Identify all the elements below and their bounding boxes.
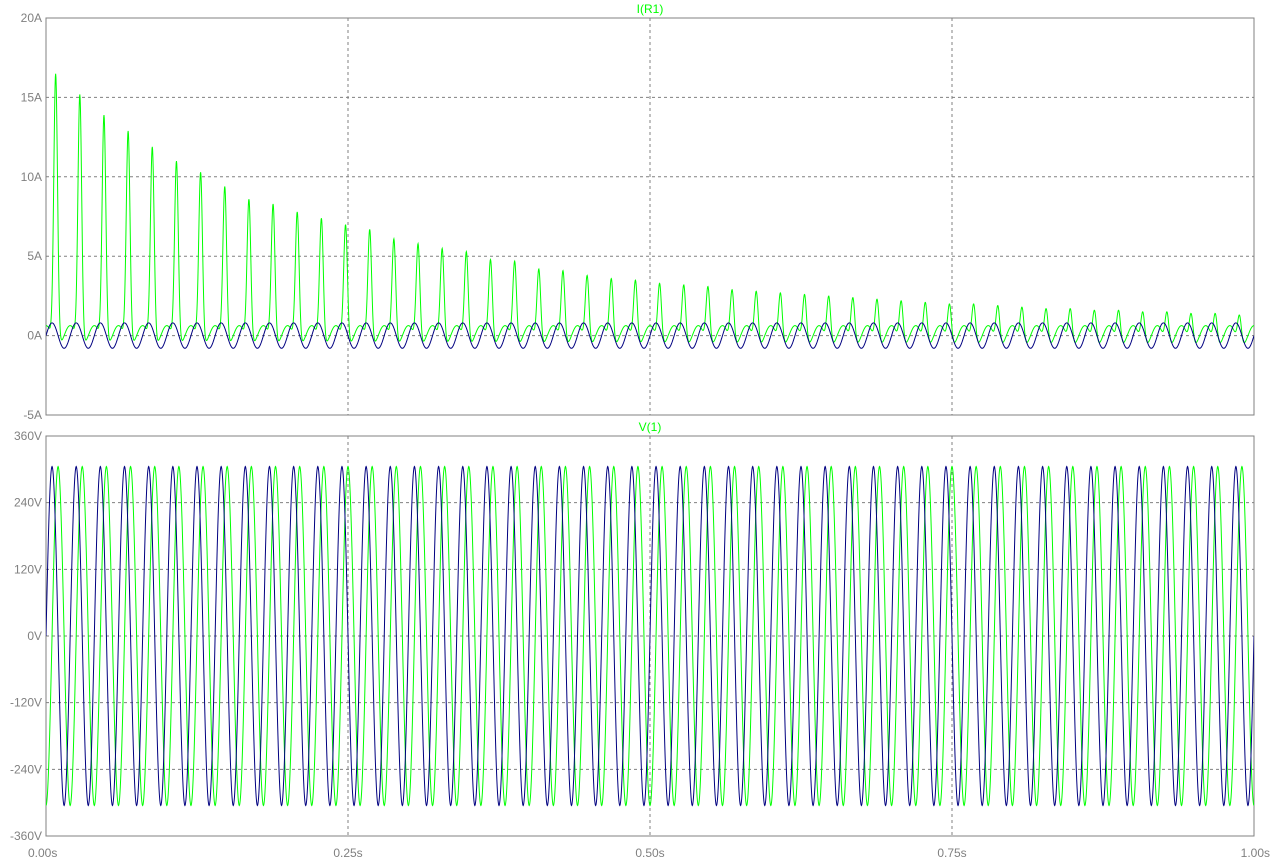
plot-canvas: 20A 15A 10A 5A 0A -5A I(R1) 360V 240V 120V 0V -120… [10, 2, 1270, 860]
y-tick-label: -360V [10, 829, 42, 843]
y-tick-label: 20A [21, 11, 42, 25]
y-tick-label: 0A [27, 329, 42, 343]
y-tick-label: 5A [27, 249, 42, 263]
voltage-pane: 360V 240V 120V 0V -120V -240V -360V V(1) [10, 420, 1255, 843]
pane-title: V(1) [639, 420, 662, 434]
y-tick-label: 15A [21, 90, 42, 104]
x-tick-label: 1.00s [1241, 846, 1270, 860]
x-tick-label: 0.25s [333, 846, 362, 860]
y-tick-label: -5A [23, 408, 42, 422]
y-tick-label: 10A [21, 170, 42, 184]
pane-title: I(R1) [637, 2, 664, 16]
current-pane: 20A 15A 10A 5A 0A -5A I(R1) [21, 2, 1255, 422]
x-tick-label: 0.50s [635, 846, 664, 860]
y-tick-label: 240V [14, 496, 42, 510]
y-tick-label: -240V [10, 762, 42, 776]
y-tick-label: -120V [10, 696, 42, 710]
y-tick-label: 120V [14, 562, 42, 576]
x-tick-label: 0.00s [28, 846, 57, 860]
time-axis: 0.00s 0.25s 0.50s 0.75s 1.00s [28, 846, 1270, 860]
y-tick-label: 0V [27, 629, 42, 643]
x-tick-label: 0.75s [937, 846, 966, 860]
y-tick-label: 360V [14, 429, 42, 443]
